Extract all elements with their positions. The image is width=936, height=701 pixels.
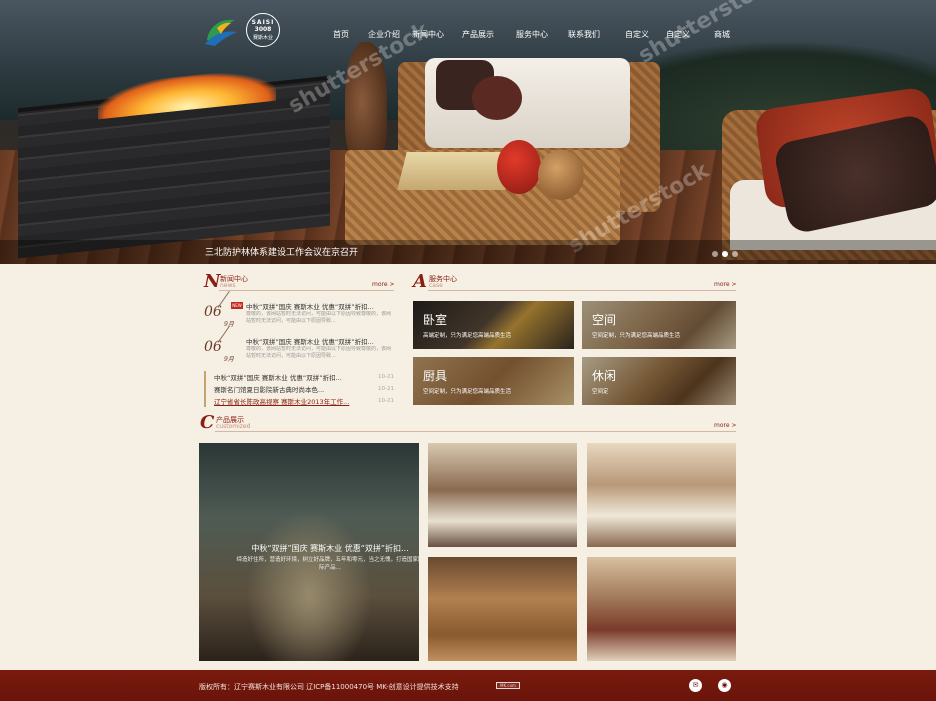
- product-featured-desc: 缔造好住所，营造好环境，树立好品牌，五年和零元，当之无愧，打造国家国际产品...: [236, 557, 419, 571]
- products-section-header: C 产品展示 customized: [200, 412, 736, 434]
- news-list-date: 10-21: [378, 386, 394, 392]
- news-list: 中秋“双拼”国庆 赛斯木业 优惠“双拼”折扣... 10-21 赛斯名门馆夏日影…: [204, 371, 394, 407]
- news-list-title[interactable]: 辽宁省省长陈政高视察 赛斯木业2013年工作...: [214, 396, 364, 406]
- nav-custom-1[interactable]: 自定义: [608, 29, 666, 41]
- divider: [219, 290, 394, 291]
- product-thumb[interactable]: [587, 557, 736, 661]
- news-list-date: 10-21: [378, 374, 394, 380]
- hero-decor-fruit: [497, 140, 541, 194]
- logo-badge[interactable]: SAISI 3008 赛斯木业: [246, 13, 280, 47]
- slider-dots: [712, 251, 738, 257]
- product-featured[interactable]: 中秋“双拼”国庆 赛斯木业 优惠“双拼”折扣... 缔造好住所，营造好环境，树立…: [199, 443, 419, 661]
- service-card-title: 空间: [592, 313, 617, 327]
- product-thumb[interactable]: [428, 557, 577, 661]
- news-feature-item[interactable]: 06 9月 中秋“双拼”国庆 赛斯木业 优惠“双拼”折扣... 尊敬的，该网站暂…: [204, 290, 392, 333]
- news-more-link[interactable]: more >: [372, 281, 394, 288]
- service-card-title: 休闲: [592, 369, 617, 383]
- weibo-icon[interactable]: ◉: [718, 679, 731, 692]
- slider-dot[interactable]: [732, 251, 738, 257]
- slider-dot-active[interactable]: [722, 251, 728, 257]
- footer-copyright: 版权所有：辽宁赛斯木业有限公司 辽ICP备11000470号 MK-创意设计提供…: [199, 683, 459, 691]
- nav-home[interactable]: 首页: [318, 29, 364, 41]
- divider: [215, 431, 736, 432]
- service-card-kitchen[interactable]: 厨具 空间定制，只为满足您高端品质生活: [413, 357, 574, 405]
- nav-news[interactable]: 新闻中心: [396, 29, 460, 41]
- product-thumb[interactable]: [587, 443, 736, 547]
- news-list-date: 10-21: [378, 398, 394, 404]
- service-subtitle: case: [429, 282, 443, 289]
- footer-tech-badge[interactable]: MK.com: [496, 682, 520, 689]
- news-date-month: 9月: [224, 356, 234, 363]
- product-photo: [587, 443, 736, 547]
- logo-badge-number: 3008: [254, 26, 272, 33]
- service-card-desc: 空间定制，只为满足您高端品质生活: [423, 389, 512, 395]
- nav-contact[interactable]: 联系我们: [564, 29, 604, 41]
- footer: 版权所有：辽宁赛斯木业有限公司 辽ICP备11000470号 MK-创意设计提供…: [0, 670, 936, 701]
- service-letter: A: [413, 271, 427, 292]
- product-photo: [587, 557, 736, 661]
- news-list-title[interactable]: 赛斯名门馆夏日影院新古典时尚本色...: [214, 384, 364, 394]
- products-subtitle: customized: [216, 423, 251, 430]
- main-nav: 首页 企业介绍 新闻中心 产品展示 服务中心 联系我们 自定义 自定义 商城: [318, 29, 750, 41]
- service-card-title: 卧室: [423, 313, 448, 327]
- logo-icon[interactable]: [203, 14, 239, 48]
- hero-decor-fruit: [538, 150, 584, 200]
- news-list-item[interactable]: 赛斯名门馆夏日影院新古典时尚本色... 10-21: [206, 383, 394, 395]
- service-more-link[interactable]: more >: [714, 281, 736, 288]
- nav-about[interactable]: 企业介绍: [368, 29, 400, 41]
- logo-badge-text: SAISI: [251, 19, 275, 26]
- news-section-header: N 新闻中心 news: [204, 271, 394, 293]
- nav-products[interactable]: 产品展示: [460, 29, 496, 41]
- news-feature-title[interactable]: 中秋“双拼”国庆 赛斯木业 优惠“双拼”折扣...: [246, 301, 392, 311]
- products-more-link[interactable]: more >: [714, 422, 736, 429]
- news-subtitle: news: [220, 282, 236, 289]
- date-divider: [217, 290, 230, 308]
- service-card-desc: 高端定制，只为满足您高端品质生活: [423, 333, 512, 339]
- hero-caption-bar: [0, 240, 936, 264]
- divider: [428, 290, 736, 291]
- product-photo: [428, 443, 577, 547]
- news-feature-item[interactable]: 06 9月 中秋“双拼”国庆 赛斯木业 优惠“双拼”折扣... 尊敬的，该网站暂…: [204, 325, 392, 368]
- product-featured-title[interactable]: 中秋“双拼”国庆 赛斯木业 优惠“双拼”折扣...: [235, 543, 419, 554]
- product-thumb[interactable]: [428, 443, 577, 547]
- service-section-header: A 服务中心 case: [413, 271, 736, 293]
- news-list-item[interactable]: 辽宁省省长陈政高视察 赛斯木业2013年工作... 10-21: [206, 395, 394, 407]
- service-card-title: 厨具: [423, 369, 448, 383]
- news-feature-desc: 尊敬的，该网站暂时无法访问，可能由以下原因导致尊敬的，该网站暂时无法访问，可能由…: [246, 311, 392, 324]
- nav-shop[interactable]: 商城: [694, 29, 750, 41]
- service-card-space[interactable]: 空间 空间定制，只为满足您高端品质生活: [582, 301, 736, 349]
- product-photo: [428, 557, 577, 661]
- logo-badge-name: 赛斯木业: [252, 35, 273, 41]
- service-card-leisure[interactable]: 休闲 空间定: [582, 357, 736, 405]
- hero-pillow: [472, 76, 522, 120]
- news-letter: N: [204, 271, 221, 292]
- news-feature-desc: 尊敬的，该网站暂时无法访问，可能由以下原因导致尊敬的，该网站暂时无法访问，可能由…: [246, 346, 392, 359]
- service-card-bedroom[interactable]: 卧室 高端定制，只为满足您高端品质生活: [413, 301, 574, 349]
- service-card-desc: 空间定制，只为满足您高端品质生活: [592, 333, 681, 339]
- news-list-title[interactable]: 中秋“双拼”国庆 赛斯木业 优惠“双拼”折扣...: [214, 372, 364, 382]
- service-card-desc: 空间定: [592, 389, 609, 395]
- nav-custom-2[interactable]: 自定义: [666, 29, 690, 41]
- products-letter: C: [200, 412, 215, 433]
- nav-service[interactable]: 服务中心: [500, 29, 564, 41]
- slider-dot[interactable]: [712, 251, 718, 257]
- wechat-icon[interactable]: ✉: [689, 679, 702, 692]
- news-feature-title[interactable]: 中秋“双拼”国庆 赛斯木业 优惠“双拼”折扣...: [246, 336, 392, 346]
- hero-caption[interactable]: 三北防护林体系建设工作会议在京召开: [205, 245, 358, 258]
- news-list-item[interactable]: 中秋“双拼”国庆 赛斯木业 优惠“双拼”折扣... 10-21: [206, 371, 394, 383]
